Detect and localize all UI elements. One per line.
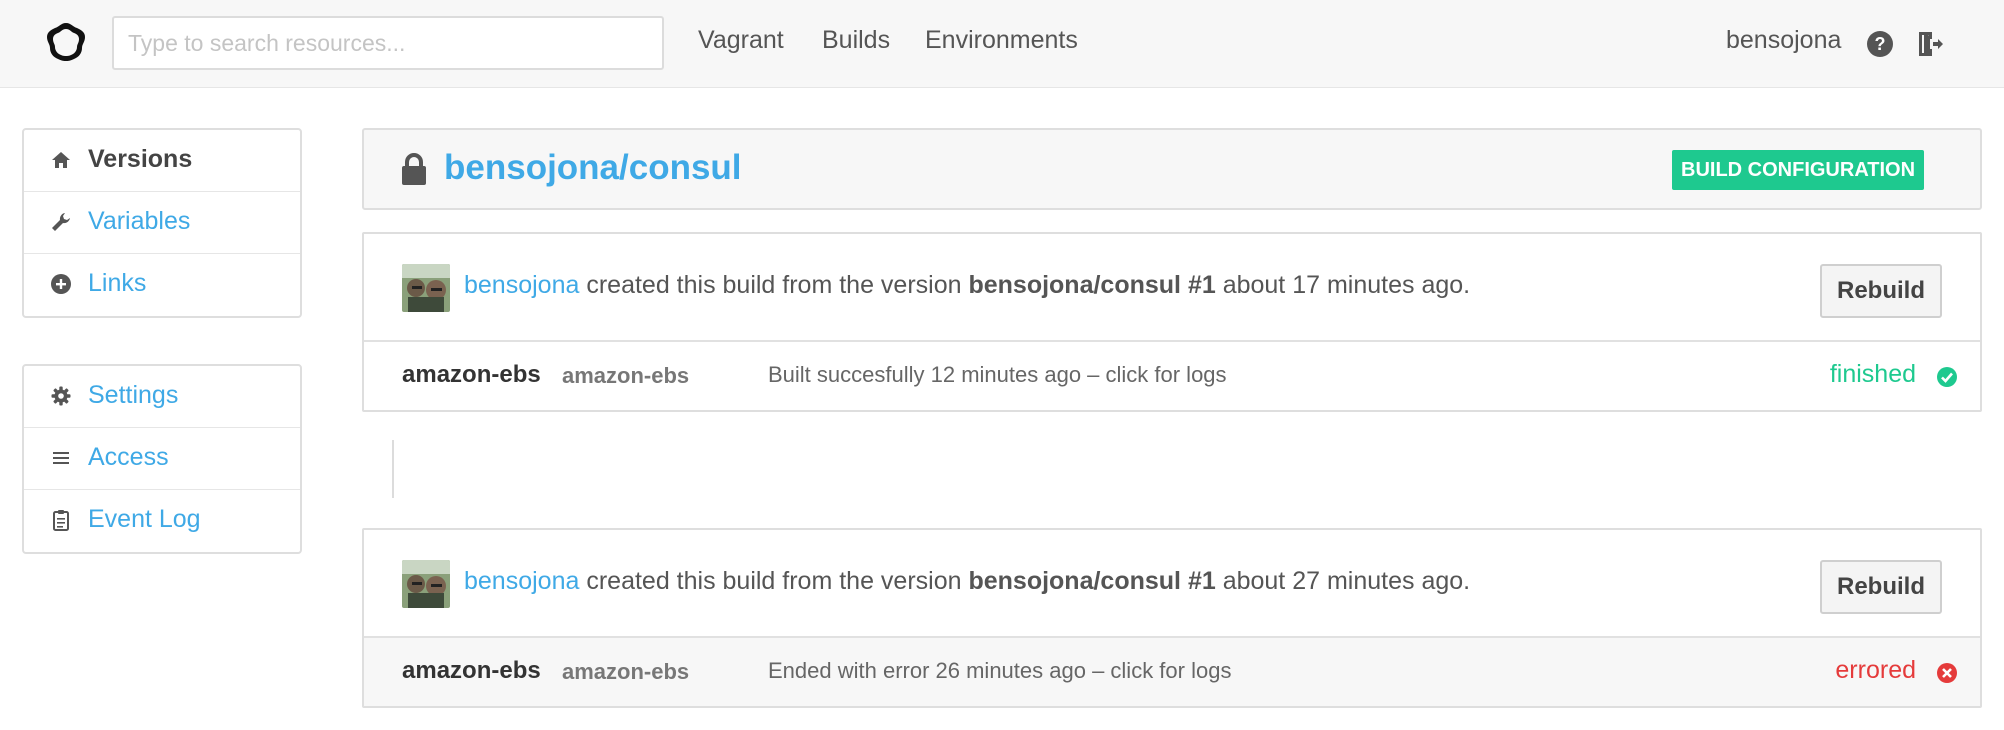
sidebar-item-variables[interactable]: Variables: [24, 192, 300, 254]
sidebar-item-label: Variables: [88, 207, 191, 235]
list-icon: [53, 452, 69, 464]
builder-type: amazon-ebs: [562, 363, 690, 388]
wrench-icon: [52, 213, 70, 231]
build-config-header: bensojona/consul BUILD CONFIGURATION: [362, 128, 1982, 210]
build-user-link[interactable]: bensojona: [464, 567, 579, 595]
page-title[interactable]: bensojona/consul: [444, 148, 742, 188]
sidebar-item-event-log[interactable]: Event Log: [24, 490, 300, 552]
sidebar-item-label: Access: [88, 443, 169, 471]
home-icon: [52, 152, 70, 168]
top-navbar: Vagrant Builds Environments bensojona ?: [0, 0, 2004, 88]
sidebar-item-label: Links: [88, 269, 147, 297]
build-version: bensojona/consul #1: [968, 271, 1216, 299]
timeline-divider: [392, 440, 394, 498]
gear-icon: [51, 386, 71, 406]
build-text-before: created this build from the version: [579, 567, 969, 595]
build-description: bensojona created this build from the ve…: [464, 271, 1470, 300]
svg-text:?: ?: [1875, 34, 1886, 54]
rebuild-button[interactable]: Rebuild: [1820, 264, 1942, 318]
search-input[interactable]: [112, 16, 664, 70]
hexagon-logo-icon[interactable]: [44, 20, 88, 64]
build-log-link[interactable]: Ended with error 26 minutes ago – click …: [768, 658, 1231, 684]
logout-icon[interactable]: [1916, 30, 1944, 58]
build-version: bensojona/consul #1: [968, 567, 1216, 595]
build-description: bensojona created this build from the ve…: [464, 567, 1470, 596]
build-summary: bensojona created this build from the ve…: [364, 530, 1980, 638]
sidebar-primary-nav: Versions Variables Links: [22, 128, 302, 318]
user-menu[interactable]: bensojona: [1726, 26, 1841, 55]
avatar: [402, 264, 450, 312]
avatar: [402, 560, 450, 608]
nav-link-environments[interactable]: Environments: [925, 26, 1078, 55]
sidebar-item-versions[interactable]: Versions: [24, 130, 300, 192]
build-text-after: about 27 minutes ago.: [1215, 567, 1471, 595]
status-badge: errored: [1835, 656, 1916, 684]
error-circle-icon: [1937, 663, 1957, 683]
sidebar-item-label: Settings: [88, 381, 179, 409]
sidebar-item-access[interactable]: Access: [24, 428, 300, 490]
nav-link-vagrant[interactable]: Vagrant: [698, 26, 784, 55]
build-summary: bensojona created this build from the ve…: [364, 234, 1980, 342]
sidebar-secondary-nav: Settings Access Event Log: [22, 364, 302, 554]
status-badge: finished: [1829, 360, 1916, 388]
plus-circle-icon: [51, 274, 71, 294]
build-log-link[interactable]: Built succesfully 12 minutes ago – click…: [768, 362, 1227, 388]
builder-type: amazon-ebs: [562, 659, 690, 684]
build-user-link[interactable]: bensojona: [464, 271, 579, 299]
builder-name: amazon-ebs: [402, 361, 541, 388]
sidebar-item-links[interactable]: Links: [24, 254, 300, 316]
lock-icon: [402, 153, 426, 185]
build-configuration-button[interactable]: BUILD CONFIGURATION: [1672, 150, 1925, 190]
build-card: bensojona created this build from the ve…: [362, 232, 1982, 412]
clipboard-icon: [53, 510, 69, 531]
check-circle-icon: [1937, 367, 1957, 387]
help-circle-icon[interactable]: ?: [1866, 30, 1894, 58]
build-row[interactable]: amazon-ebs amazon-ebs Built succesfully …: [364, 342, 1980, 410]
nav-link-builds[interactable]: Builds: [822, 26, 890, 55]
sidebar-item-settings[interactable]: Settings: [24, 366, 300, 428]
build-row[interactable]: amazon-ebs amazon-ebs Ended with error 2…: [364, 638, 1980, 706]
builder-name: amazon-ebs: [402, 657, 541, 684]
sidebar-item-label: Event Log: [88, 505, 201, 533]
build-text-before: created this build from the version: [579, 271, 969, 299]
rebuild-button[interactable]: Rebuild: [1820, 560, 1942, 614]
sidebar-item-label: Versions: [88, 145, 193, 173]
build-text-after: about 17 minutes ago.: [1215, 271, 1471, 299]
build-card: bensojona created this build from the ve…: [362, 528, 1982, 708]
